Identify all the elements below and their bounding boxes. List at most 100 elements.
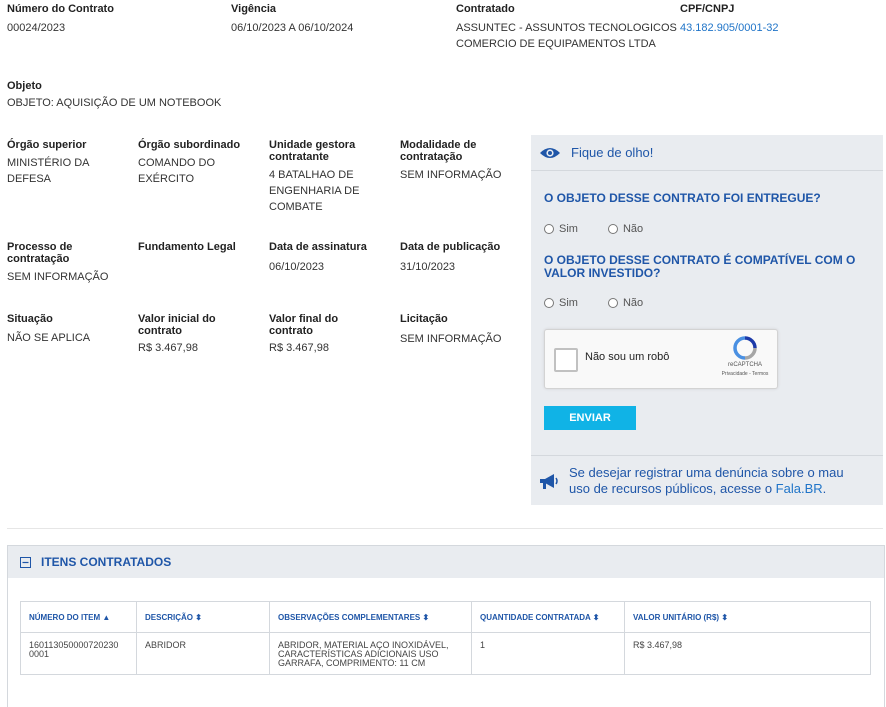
column-numero-item[interactable]: NÚMERO DO ITEM ▲ [20,601,137,633]
enviar-button[interactable]: ENVIAR [544,406,636,430]
denuncia-text: Se desejar registrar uma denúncia sobre … [569,465,869,497]
recaptcha-widget: Não sou um robô reCAPTCHA Privacidade - … [544,329,778,389]
radio-entregue-nao[interactable]: Não [607,223,644,235]
cpf-cnpj: CPF/CNPJ 43.182.905/0001-32 [680,3,778,36]
radio-label: Sim [559,297,578,309]
orgao-superior: Órgão superior MINISTÉRIO DA DEFESA [7,139,127,187]
column-valor-unitario[interactable]: VALOR UNITÁRIO (R$) ⬍ [624,601,871,633]
fique-de-olho-panel: Fique de olho! O OBJETO DESSE CONTRATO F… [531,135,883,505]
licitacao-value: SEM INFORMAÇÃO [400,333,502,345]
modalidade-label-2: contratação [400,151,463,163]
cpf-cnpj-link[interactable]: 43.182.905/0001-32 [680,20,778,36]
numero-item-line2: 0001 [29,649,50,659]
numero-contrato-label: Número do Contrato [7,3,114,15]
processo: Processo de contratação SEM INFORMAÇÃO [7,241,127,285]
orgao-subordinado-label: Órgão subordinado [138,139,241,151]
valor-inicial: Valor inicial do contrato R$ 3.467,98 [138,313,263,356]
sort-icon[interactable]: ⬍ [422,613,429,622]
radio-group-entregue: Sim Não [544,223,643,235]
column-observacoes[interactable]: OBSERVAÇÕES COMPLEMENTARES ⬍ [269,601,472,633]
situacao-label: Situação [7,313,53,325]
data-publicacao-value: 31/10/2023 [400,261,456,273]
denuncia-text-line1: Se desejar registrar uma denúncia sobre … [569,465,844,480]
question-entregue: O OBJETO DESSE CONTRATO FOI ENTREGUE? [544,191,821,205]
orgao-subordinado-value-1: COMANDO DO [138,157,215,169]
orgao-subordinado: Órgão subordinado COMANDO DO EXÉRCITO [138,139,263,187]
unidade-gestora-value-2: ENGENHARIA DE [269,185,360,197]
recaptcha-logo-icon [731,336,759,365]
column-quantidade[interactable]: QUANTIDADE CONTRATADA ⬍ [471,601,625,633]
column-label: OBSERVAÇÕES COMPLEMENTARES [278,612,421,622]
licitacao-label: Licitação [400,313,448,325]
processo-value: SEM INFORMAÇÃO [7,271,109,283]
radio-compativel-nao[interactable]: Não [607,297,644,309]
cell-numero-item: 160113050000720230 0001 [20,632,137,675]
radio-entregue-sim[interactable]: Sim [544,223,578,235]
column-label: QUANTIDADE CONTRATADA [480,612,591,622]
orgao-superior-label: Órgão superior [7,139,87,151]
objeto-value: OBJETO: AQUISIÇÃO DE UM NOTEBOOK [7,97,222,109]
recaptcha-brand: reCAPTCHA [727,362,762,368]
radio-circle[interactable] [544,224,554,234]
section-divider [7,528,883,529]
data-assinatura-label: Data de assinatura [269,241,367,253]
modalidade-value: SEM INFORMAÇÃO [400,169,502,181]
itens-table: NÚMERO DO ITEM ▲ DESCRIÇÃO ⬍ OBSERVAÇÕES… [20,601,871,675]
vigencia: Vigência 06/10/2023 A 06/10/2024 [231,3,353,36]
recaptcha-label: Não sou um robô [585,351,670,363]
unidade-gestora: Unidade gestora contratante 4 BATALHAO D… [269,139,394,215]
orgao-subordinado-value-2: EXÉRCITO [138,173,195,185]
table-header-row: NÚMERO DO ITEM ▲ DESCRIÇÃO ⬍ OBSERVAÇÕES… [20,601,871,633]
radio-label: Não [622,223,644,235]
collapse-icon[interactable] [20,556,31,568]
cell-valor-unitario: R$ 3.467,98 [624,632,871,675]
cell-descricao: ABRIDOR [136,632,270,675]
vigencia-label: Vigência [231,3,277,15]
sort-icon[interactable]: ⬍ [195,613,202,622]
modalidade: Modalidade de contratação SEM INFORMAÇÃO [400,139,525,183]
question-compativel: O OBJETO DESSE CONTRATO É COMPATÍVEL COM… [544,254,864,280]
contratado: Contratado ASSUNTEC - ASSUNTOS TECNOLOGI… [456,3,677,52]
data-publicacao-label: Data de publicação [400,241,501,253]
orgao-superior-value-2: DEFESA [7,173,52,185]
contratado-label: Contratado [456,3,515,15]
valor-inicial-value: R$ 3.467,98 [138,342,198,354]
sort-asc-icon[interactable]: ▲ [102,613,110,622]
data-publicacao: Data de publicação 31/10/2023 [400,241,525,275]
radio-label: Não [622,297,644,309]
panel-footer: Se desejar registrar uma denúncia sobre … [531,455,883,506]
radio-circle[interactable] [607,224,618,234]
vigencia-value: 06/10/2023 A 06/10/2024 [231,22,354,34]
itens-contratados-header[interactable]: ITENS CONTRATADOS [8,546,884,578]
sort-icon[interactable]: ⬍ [593,613,600,622]
question-compativel-line2: VALOR INVESTIDO? [544,266,661,280]
radio-circle[interactable] [544,298,554,308]
column-descricao[interactable]: DESCRIÇÃO ⬍ [136,601,270,633]
valor-inicial-label-1: Valor inicial do [138,313,216,325]
valor-final: Valor final do contrato R$ 3.467,98 [269,313,394,356]
numero-contrato: Número do Contrato 00024/2023 [7,3,114,36]
objeto: Objeto OBJETO: AQUISIÇÃO DE UM NOTEBOOK [7,80,221,111]
sort-icon[interactable]: ⬍ [721,613,728,622]
radio-compativel-sim[interactable]: Sim [544,297,578,309]
situacao-value: NÃO SE APLICA [7,332,91,344]
recaptcha-links[interactable]: Privacidade - Termos [705,371,785,377]
valor-final-value: R$ 3.467,98 [269,342,329,354]
data-assinatura: Data de assinatura 06/10/2023 [269,241,394,275]
recaptcha-checkbox[interactable] [554,348,578,372]
cell-observacoes: ABRIDOR, MATERIAL AÇO INOXIDÁVEL, CARACTE… [269,632,472,675]
fundamento-legal: Fundamento Legal [138,241,263,253]
denuncia-text-line2: uso de recursos públicos, acesse o Fala.… [569,481,869,497]
megaphone-icon [539,473,559,496]
denuncia-text-end: . [822,481,827,496]
modalidade-label-1: Modalidade de [400,139,477,151]
valor-final-label-2: contrato [269,325,313,337]
unidade-gestora-label-1: Unidade gestora [269,139,356,151]
column-label: VALOR UNITÁRIO (R$) [633,612,720,622]
processo-label-2: contratação [7,253,70,265]
processo-label-1: Processo de [7,241,73,253]
unidade-gestora-label-2: contratante [269,151,329,163]
fala-br-link[interactable]: Fala.BR [776,481,823,496]
table-row: 160113050000720230 0001 ABRIDOR ABRIDOR, … [20,632,871,675]
radio-circle[interactable] [607,298,618,308]
